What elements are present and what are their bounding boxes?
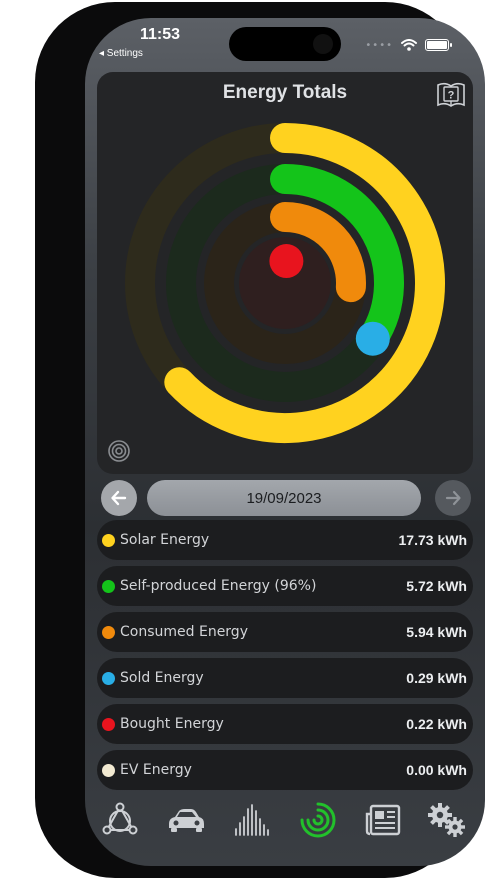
row-label: Sold Energy bbox=[120, 670, 204, 686]
bar-chart-icon bbox=[235, 804, 269, 836]
sold-energy-row[interactable]: Sold Energy 0.29 kWh bbox=[97, 658, 473, 698]
row-label: EV Energy bbox=[120, 762, 192, 778]
bought-energy-row[interactable]: Bought Energy 0.22 kWh bbox=[97, 704, 473, 744]
row-value: 5.94 kWh bbox=[406, 624, 467, 640]
energy-totals-card: Energy Totals ? bbox=[97, 72, 473, 474]
arrow-right-icon bbox=[445, 490, 461, 506]
status-time: 11:53 bbox=[140, 26, 181, 43]
date-navigation: 19/09/2023 bbox=[101, 480, 471, 516]
row-label: Self-produced Energy (96%) bbox=[120, 578, 317, 594]
rings-icon bbox=[300, 802, 336, 838]
newspaper-icon bbox=[365, 804, 401, 836]
bought-energy-marker bbox=[269, 244, 304, 279]
battery-icon bbox=[425, 39, 452, 51]
consumed-energy-row[interactable]: Consumed Energy 5.94 kWh bbox=[97, 612, 473, 652]
ring-settings-icon[interactable] bbox=[107, 439, 131, 463]
ev-energy-row[interactable]: EV Energy 0.00 kWh bbox=[97, 750, 473, 790]
solar-color-dot bbox=[102, 533, 115, 547]
row-value: 5.72 kWh bbox=[406, 578, 467, 594]
wifi-icon bbox=[401, 39, 417, 51]
previous-day-button[interactable] bbox=[101, 480, 137, 516]
gears-icon bbox=[428, 803, 465, 837]
dynamic-island bbox=[229, 27, 341, 61]
row-value: 0.00 kWh bbox=[406, 762, 467, 778]
solar-energy-row[interactable]: Solar Energy 17.73 kWh bbox=[97, 520, 473, 560]
signal-dots: •••• bbox=[365, 39, 393, 51]
next-day-button[interactable] bbox=[435, 480, 471, 516]
row-value: 0.22 kWh bbox=[406, 716, 467, 732]
row-label: Bought Energy bbox=[120, 716, 224, 732]
bought-color-dot bbox=[102, 717, 115, 731]
tab-energy-totals[interactable] bbox=[296, 800, 340, 840]
back-to-settings-link[interactable]: ◂ Settings bbox=[99, 48, 143, 59]
row-label: Solar Energy bbox=[120, 532, 210, 548]
car-icon bbox=[169, 809, 204, 832]
app-screen: 11:53 ◂ Settings •••• Energy Totals ? 19… bbox=[85, 18, 485, 866]
tab-reports[interactable] bbox=[361, 800, 405, 840]
energy-rings-chart bbox=[125, 123, 445, 443]
tab-history[interactable] bbox=[230, 800, 274, 840]
ev-color-dot bbox=[102, 763, 115, 777]
row-value: 0.29 kWh bbox=[406, 670, 467, 686]
status-icons: •••• bbox=[365, 38, 452, 52]
phone-frame: 11:53 ◂ Settings •••• Energy Totals ? 19… bbox=[35, 2, 485, 878]
tab-settings[interactable] bbox=[425, 800, 469, 840]
row-label: Consumed Energy bbox=[120, 624, 248, 640]
bottom-tab-bar bbox=[85, 796, 485, 846]
arrow-left-icon bbox=[111, 490, 127, 506]
row-value: 17.73 kWh bbox=[398, 532, 467, 548]
triangle-network-icon bbox=[102, 802, 138, 835]
date-display[interactable]: 19/09/2023 bbox=[147, 480, 421, 516]
sold-energy-marker bbox=[355, 321, 390, 356]
tab-ev[interactable] bbox=[164, 800, 208, 840]
self-produced-energy-row[interactable]: Self-produced Energy (96%) 5.72 kWh bbox=[97, 566, 473, 606]
energy-list: Solar Energy 17.73 kWh Self-produced Ene… bbox=[97, 520, 473, 796]
self-produced-color-dot bbox=[102, 579, 115, 593]
sold-color-dot bbox=[102, 671, 115, 685]
tab-system[interactable] bbox=[98, 800, 142, 840]
consumed-color-dot bbox=[102, 625, 115, 639]
